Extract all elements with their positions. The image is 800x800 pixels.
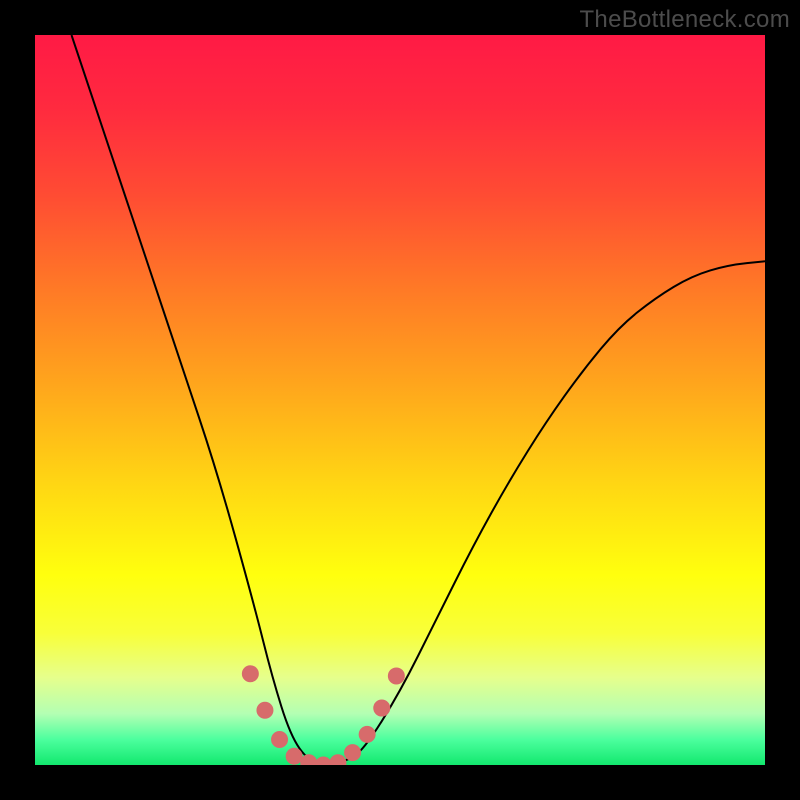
- highlight-marker: [286, 748, 302, 764]
- highlight-marker: [330, 755, 346, 765]
- highlight-marker: [242, 666, 258, 682]
- bottleneck-curve: [72, 35, 766, 764]
- highlight-marker: [359, 726, 375, 742]
- highlight-marker: [301, 755, 317, 765]
- highlight-marker: [315, 757, 331, 765]
- curve-layer: [35, 35, 765, 765]
- watermark-text: TheBottleneck.com: [579, 6, 790, 34]
- plot-area: [35, 35, 765, 765]
- marker-group: [242, 666, 404, 765]
- highlight-marker: [345, 745, 361, 761]
- chart-frame: TheBottleneck.com: [0, 0, 800, 800]
- highlight-marker: [257, 702, 273, 718]
- highlight-marker: [388, 668, 404, 684]
- highlight-marker: [272, 731, 288, 747]
- highlight-marker: [374, 700, 390, 716]
